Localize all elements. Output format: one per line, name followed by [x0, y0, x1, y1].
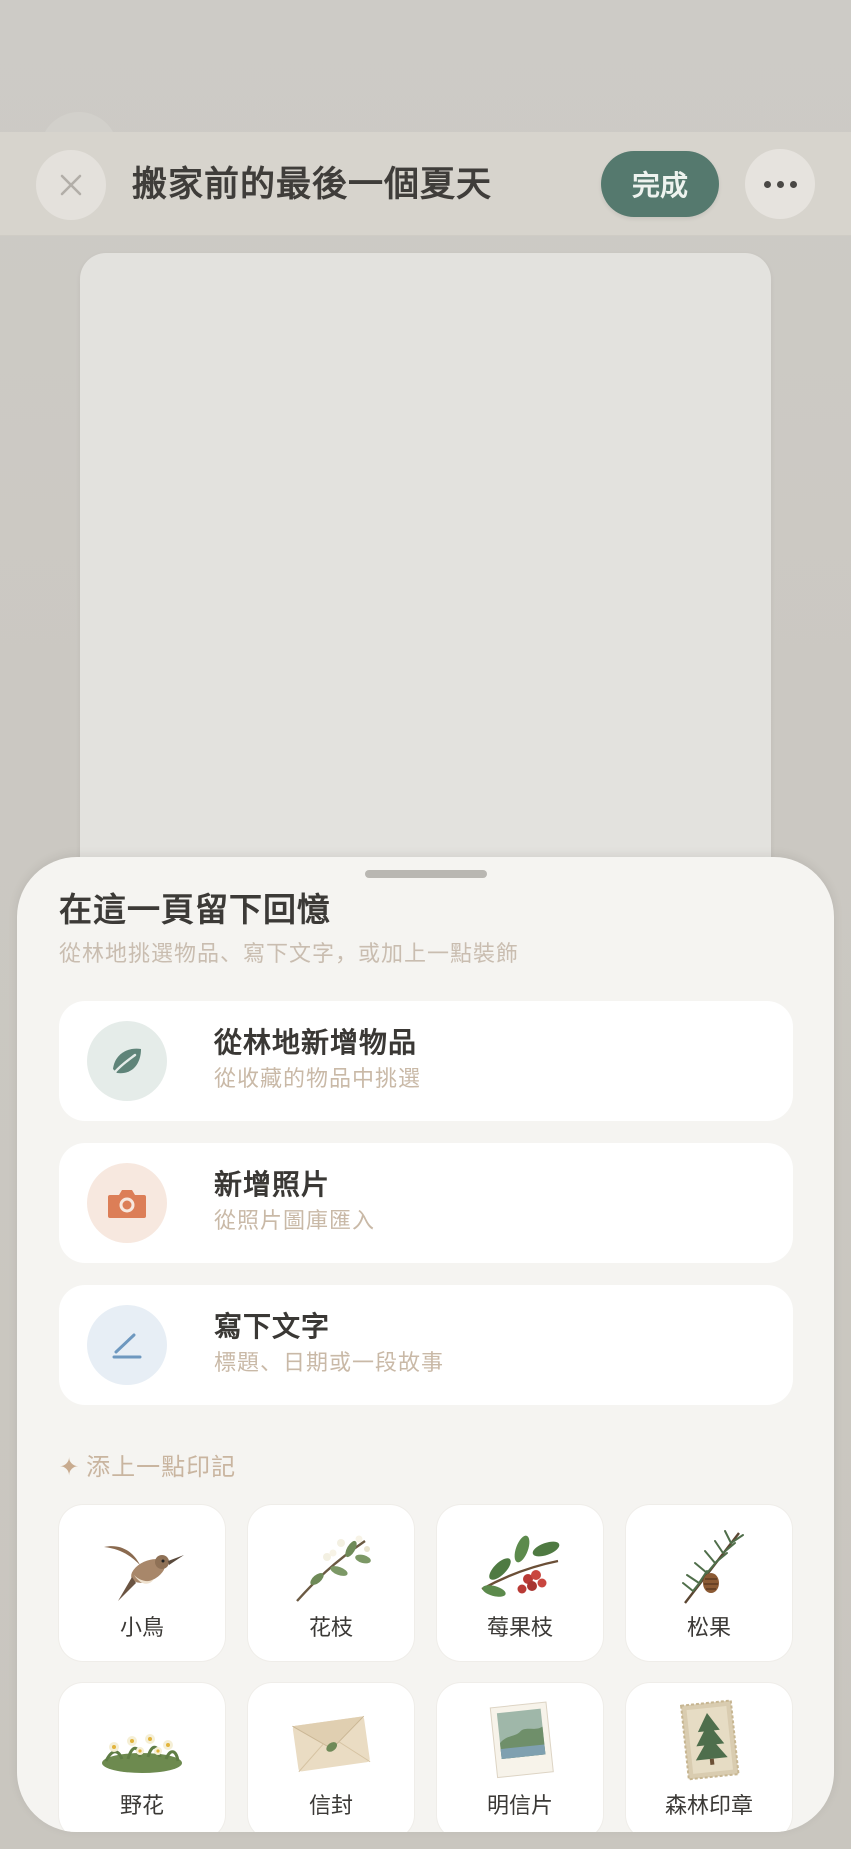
stamp-wildflower[interactable]: 野花 [59, 1683, 225, 1832]
stamp-flower-branch[interactable]: 花枝 [248, 1505, 414, 1661]
forest-stamp-icon [679, 1699, 740, 1781]
stamp-label: 松果 [686, 1616, 731, 1641]
more-horizontal-icon [763, 180, 797, 188]
pen-icon-badge [87, 1305, 167, 1385]
write-text-button[interactable]: 寫下文字 標題、日期或一段故事 [59, 1285, 793, 1405]
stamp-label: 花枝 [308, 1616, 353, 1641]
add-photo-button[interactable]: 新增照片 從照片圖庫匯入 [59, 1143, 793, 1263]
more-button[interactable] [745, 149, 815, 219]
leaf-icon-badge [87, 1021, 167, 1101]
option-title: 寫下文字 [214, 1310, 331, 1343]
stamp-label: 莓果枝 [486, 1616, 553, 1641]
stamp-envelope[interactable]: 信封 [248, 1683, 414, 1832]
option-subtitle: 從照片圖庫匯入 [214, 1209, 376, 1234]
close-button[interactable] [36, 150, 106, 220]
camera-icon [108, 1190, 146, 1218]
stamp-label: 信封 [308, 1794, 353, 1819]
close-icon [60, 174, 82, 196]
sheet-subtitle: 從林地挑選物品、寫下文字，或加上一點裝飾 [59, 942, 520, 967]
leaf-icon [113, 1048, 141, 1074]
stamp-bird[interactable]: 小鳥 [59, 1505, 225, 1661]
flower-branch-icon [296, 1535, 371, 1602]
add-from-forest-button[interactable]: 從林地新增物品 從收藏的物品中挑選 [59, 1001, 793, 1121]
page-title: 搬家前的最後一個夏天 [132, 165, 493, 205]
stamp-forest-seal[interactable]: 森林印章 [626, 1683, 792, 1832]
add-memory-sheet: 在這一頁留下回憶 從林地挑選物品、寫下文字，或加上一點裝飾 從林地新增物品 從收… [17, 857, 834, 1832]
memory-page-canvas[interactable] [80, 253, 771, 893]
bird-icon [104, 1546, 184, 1601]
option-subtitle: 從收藏的物品中挑選 [214, 1067, 422, 1092]
stamp-berry-branch[interactable]: 莓果枝 [437, 1505, 603, 1661]
sheet-title: 在這一頁留下回憶 [59, 890, 331, 929]
sparkle-icon: ✦ [59, 1453, 81, 1481]
wildflower-icon [102, 1734, 182, 1773]
stamp-pinecone[interactable]: 松果 [626, 1505, 792, 1661]
camera-icon-badge [87, 1163, 167, 1243]
stamp-label: 明信片 [486, 1794, 553, 1819]
berry-branch-icon [481, 1535, 560, 1597]
done-button[interactable]: 完成 [601, 151, 719, 217]
option-title: 新增照片 [214, 1168, 331, 1201]
stamps-heading: ✦ 添上一點印記 [59, 1448, 236, 1486]
option-title: 從林地新增物品 [214, 1026, 418, 1059]
stamp-postcard[interactable]: 明信片 [437, 1683, 603, 1832]
envelope-icon [292, 1715, 371, 1773]
pen-icon [112, 1333, 142, 1359]
stamp-label: 野花 [119, 1794, 164, 1819]
postcard-icon [489, 1701, 554, 1779]
pinecone-icon [682, 1530, 744, 1604]
stamp-label: 森林印章 [664, 1794, 753, 1819]
option-subtitle: 標題、日期或一段故事 [214, 1351, 445, 1376]
stamps-heading-label: 添上一點印記 [86, 1453, 237, 1481]
stamp-label: 小鳥 [119, 1616, 164, 1641]
sheet-grabber[interactable] [365, 870, 487, 878]
